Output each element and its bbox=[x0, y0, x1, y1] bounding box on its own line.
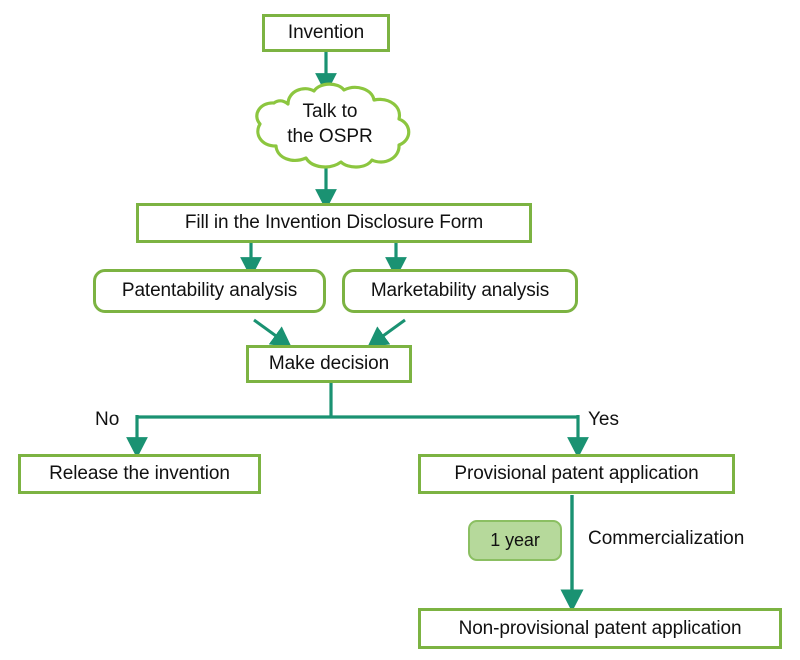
edge-label-yes-text: Yes bbox=[588, 409, 619, 430]
node-marketability-analysis[interactable]: Marketability analysis bbox=[342, 269, 578, 313]
node-release-invention-label: Release the invention bbox=[49, 463, 230, 485]
node-invention-label: Invention bbox=[287, 22, 365, 44]
edge-label-commercialization-text: Commercialization bbox=[588, 528, 745, 549]
node-one-year-label: 1 year bbox=[490, 530, 540, 551]
cloud-shape-icon bbox=[255, 82, 411, 169]
node-talk-to-ospr[interactable]: Talk to the OSPR bbox=[244, 82, 416, 169]
node-non-provisional-application-label: Non-provisional patent application bbox=[458, 617, 742, 639]
node-one-year-badge: 1 year bbox=[468, 520, 562, 561]
node-make-decision[interactable]: Make decision bbox=[246, 345, 412, 383]
arrow-marketability-to-decision bbox=[367, 318, 406, 348]
edge-label-no: No bbox=[95, 409, 119, 431]
node-patentability-analysis-label: Patentability analysis bbox=[121, 280, 298, 302]
node-invention[interactable]: Invention bbox=[262, 14, 390, 52]
edge-label-commercialization: Commercialization bbox=[588, 528, 744, 550]
node-disclosure-form-label: Fill in the Invention Disclosure Form bbox=[184, 212, 484, 234]
node-disclosure-form[interactable]: Fill in the Invention Disclosure Form bbox=[136, 203, 532, 243]
node-patentability-analysis[interactable]: Patentability analysis bbox=[93, 269, 326, 313]
node-non-provisional-application[interactable]: Non-provisional patent application bbox=[418, 608, 782, 649]
flowchart-canvas: Invention Talk to the OSPR Fill in the I… bbox=[0, 0, 800, 660]
edge-label-no-text: No bbox=[95, 409, 120, 430]
node-provisional-application-label: Provisional patent application bbox=[454, 463, 699, 485]
node-make-decision-label: Make decision bbox=[268, 353, 390, 375]
node-marketability-analysis-label: Marketability analysis bbox=[370, 280, 550, 302]
node-provisional-application[interactable]: Provisional patent application bbox=[418, 454, 735, 494]
arrow-patentability-to-decision bbox=[253, 318, 292, 348]
edge-label-yes: Yes bbox=[588, 409, 619, 431]
node-release-invention[interactable]: Release the invention bbox=[18, 454, 261, 494]
